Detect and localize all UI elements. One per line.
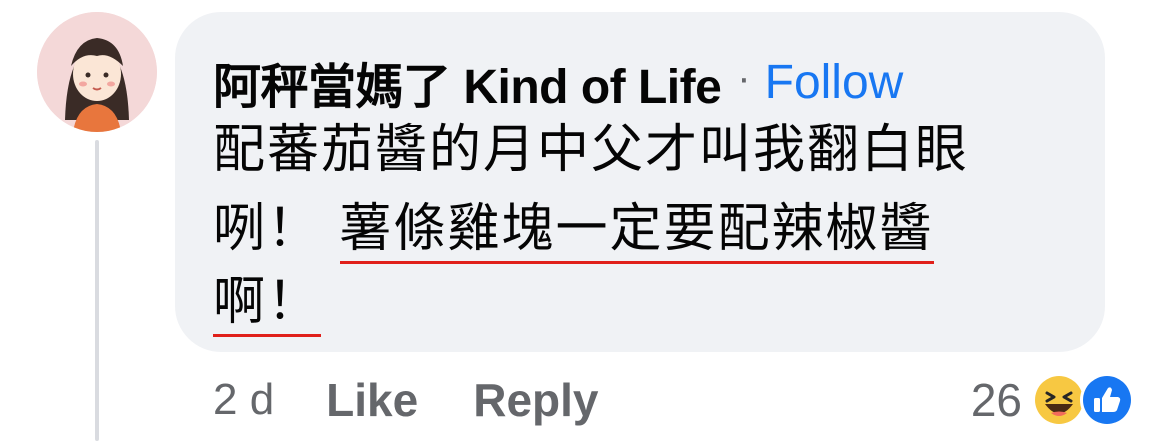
thread-line xyxy=(95,140,99,441)
timestamp[interactable]: 2 d xyxy=(213,375,274,425)
comment-text-underlined: 薯條雞塊一定要配辣椒醬 xyxy=(339,199,934,264)
like-button[interactable]: Like xyxy=(326,373,418,427)
reply-button[interactable]: Reply xyxy=(473,373,598,427)
comment-header: 阿秤當媽了 Kind of Life · Follow xyxy=(213,52,904,115)
avatar[interactable] xyxy=(37,12,157,132)
author-name[interactable]: 阿秤當媽了 Kind of Life xyxy=(213,47,722,117)
reaction-summary[interactable]: 26 xyxy=(971,368,1136,432)
comment-text-line-3: 啊！ xyxy=(213,272,322,337)
separator-dot: · xyxy=(737,55,751,100)
comment-actions: 2 d Like Reply xyxy=(213,370,598,430)
comment-text: 咧！ xyxy=(213,199,322,259)
reaction-count[interactable]: 26 xyxy=(971,373,1022,427)
comment-text-underlined: 啊！ xyxy=(213,272,322,337)
like-icon xyxy=(1080,373,1134,427)
follow-button[interactable]: Follow xyxy=(765,55,904,110)
comment-text: 配蕃茄醬的月中父才叫我翻白眼 xyxy=(213,120,970,180)
comment-text-line-1: 配蕃茄醬的月中父才叫我翻白眼 xyxy=(213,120,969,180)
comment-text-line-2: 咧！ 薯條雞塊一定要配辣椒醬 xyxy=(213,199,934,264)
